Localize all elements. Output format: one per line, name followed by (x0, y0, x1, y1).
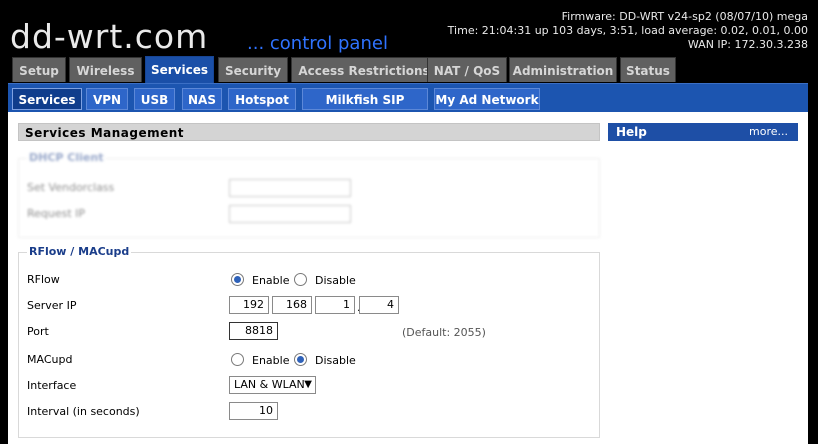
macupd-enable-radio[interactable]: Enable (231, 353, 289, 368)
sub-tabs: Services VPN USB NAS Hotspot Milkfish SI… (8, 83, 808, 129)
vendorclass-label: Set Vendorclass (27, 181, 115, 194)
help-title: Help (616, 125, 647, 139)
server-ip-label: Server IP (27, 299, 77, 312)
port-default-hint: (Default: 2055) (402, 326, 486, 339)
macupd-label: MACupd (27, 353, 73, 366)
help-header: Help more... (608, 123, 798, 141)
server-ip-octet-1[interactable]: 192 (229, 296, 269, 314)
radio-off-icon (231, 353, 244, 366)
radio-on-icon (294, 353, 307, 366)
port-label: Port (27, 325, 49, 338)
rflow-enable-radio[interactable]: Enable (231, 273, 289, 288)
interval-label: Interval (in seconds) (27, 405, 140, 418)
tab-administration[interactable]: Administration (509, 57, 617, 82)
tab-nat-qos[interactable]: NAT / QoS (427, 57, 507, 82)
rflow-legend: RFlow / MACupd (27, 244, 132, 260)
section-title: Services Management (18, 123, 600, 141)
tab-services[interactable]: Services (145, 56, 214, 83)
subtab-services[interactable]: Services (12, 88, 82, 110)
subtab-hotspot[interactable]: Hotspot (228, 88, 296, 110)
radio-off-icon (294, 273, 307, 286)
tab-security[interactable]: Security (218, 57, 288, 82)
rflow-label: RFlow (27, 273, 60, 286)
interval-input[interactable]: 10 (229, 402, 278, 420)
server-ip-octet-2[interactable]: 168 (272, 296, 312, 314)
tab-setup[interactable]: Setup (12, 57, 66, 82)
tab-status[interactable]: Status (620, 57, 676, 82)
subtab-vpn[interactable]: VPN (86, 88, 128, 110)
server-ip-octet-3[interactable]: 1 (315, 296, 355, 314)
main-content: Services Management DHCP Client Set Vend… (8, 112, 808, 444)
uptime-text: Time: 21:04:31 up 103 days, 3:51, load a… (447, 24, 808, 37)
requestip-input[interactable] (229, 205, 351, 223)
radio-on-icon (231, 273, 244, 286)
interface-label: Interface (27, 379, 77, 392)
tab-wireless[interactable]: Wireless (69, 57, 142, 82)
subtab-my-ad-network[interactable]: My Ad Network (434, 88, 540, 110)
rflow-disable-radio[interactable]: Disable (294, 273, 356, 288)
subtab-usb[interactable]: USB (134, 88, 175, 110)
chevron-down-icon: ▼ (304, 379, 312, 390)
rflow-fieldset: RFlow / MACupd RFlow Enable Disable Serv… (18, 244, 600, 438)
help-more-link[interactable]: more... (749, 123, 788, 141)
tagline: ... control panel (247, 33, 388, 54)
requestip-label: Request IP (27, 207, 86, 220)
subtab-milkfish[interactable]: Milkfish SIP Router (302, 88, 428, 129)
interface-select-value: LAN & WLAN (234, 378, 305, 391)
router-info: Firmware: DD-WRT v24-sp2 (08/07/10) mega… (448, 10, 808, 52)
macupd-disable-radio[interactable]: Disable (294, 353, 356, 368)
header: dd-wrt.com ... control panel Firmware: D… (0, 0, 818, 58)
vendorclass-input[interactable] (229, 179, 351, 197)
firmware-text: Firmware: DD-WRT v24-sp2 (08/07/10) mega (561, 10, 808, 23)
tab-access-restrictions[interactable]: Access Restrictions (291, 57, 437, 82)
logo: dd-wrt.com (10, 17, 209, 56)
dhcp-fieldset: DHCP Client Set Vendorclass Request IP (18, 150, 600, 238)
subtab-nas[interactable]: NAS (182, 88, 222, 110)
dhcp-legend: DHCP Client (27, 150, 106, 166)
port-input[interactable]: 8818 (229, 322, 278, 340)
wan-ip-text: WAN IP: 172.30.3.238 (687, 38, 808, 51)
interface-select[interactable]: LAN & WLAN ▼ (229, 376, 316, 394)
server-ip-octet-4[interactable]: 4 (359, 296, 399, 314)
